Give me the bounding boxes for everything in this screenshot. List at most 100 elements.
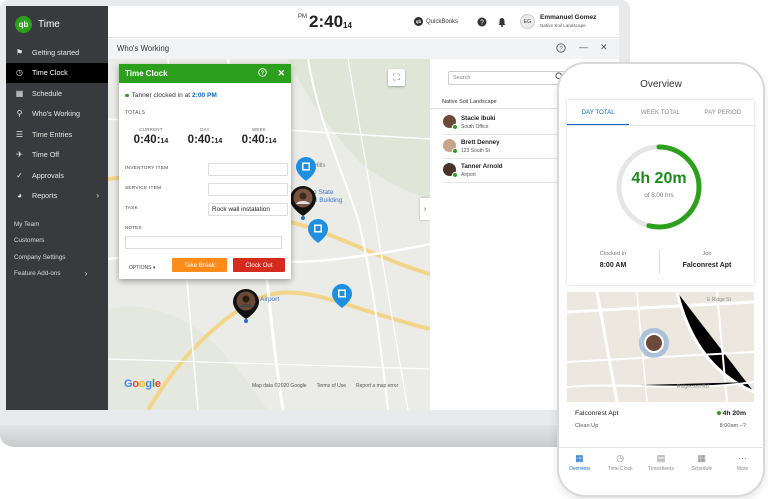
- nav-more[interactable]: ⋯ More: [722, 448, 763, 481]
- sidebar-item-schedule[interactable]: ▦ Schedule: [6, 83, 108, 104]
- employee-location-marker[interactable]: [639, 328, 669, 358]
- help-icon[interactable]: ?: [556, 43, 566, 55]
- close-icon[interactable]: ✕: [277, 68, 285, 79]
- brand: qb Time: [6, 6, 108, 42]
- search-input[interactable]: Search: [448, 71, 566, 85]
- time-clock-header: Time Clock ? ✕: [119, 64, 291, 83]
- sidebar-item-time-off[interactable]: ✈ Time Off: [6, 145, 108, 166]
- day-total-value: 4h 20m: [631, 170, 687, 187]
- map-pin-location[interactable]: [332, 284, 352, 308]
- close-icon[interactable]: ✕: [600, 42, 608, 53]
- task-field[interactable]: Rock wall instalation: [208, 203, 288, 216]
- map-pin-icon: ⚲: [16, 109, 23, 119]
- employee-map-pin[interactable]: [233, 289, 259, 323]
- svg-text:?: ?: [480, 19, 484, 26]
- service-item-field[interactable]: [208, 183, 288, 196]
- user-name[interactable]: Emmanuel Gomez: [540, 14, 596, 21]
- notes-field[interactable]: [125, 236, 282, 249]
- company-name: Native Soil Landscape: [540, 23, 586, 28]
- status-dot-icon: [125, 93, 129, 97]
- sidebar-link-feature-add-ons[interactable]: Feature Add-ons ›: [6, 266, 108, 283]
- terms-link[interactable]: Terms of Use: [317, 383, 346, 389]
- street-label: Ridgecrest Rd: [677, 384, 709, 390]
- inventory-item-row: INVENTORY ITEM: [125, 163, 288, 176]
- map-label-state: o State: [313, 189, 334, 196]
- nav-schedule[interactable]: ▦ Schedule: [681, 448, 722, 481]
- sidebar-link-customers[interactable]: Customers: [6, 233, 108, 250]
- service-item-row: SERVICE ITEM: [125, 183, 288, 196]
- location-time-range: 8:00am –?: [719, 423, 746, 429]
- location-map[interactable]: E Ridge St Ridgecrest Rd: [567, 292, 754, 402]
- sidebar-item-time-entries[interactable]: ☰ Time Entries: [6, 124, 108, 145]
- help-icon[interactable]: ?: [258, 68, 268, 79]
- nav-overview[interactable]: ▦ Overview: [559, 448, 600, 481]
- clock-icon: ◷: [616, 453, 625, 463]
- inventory-item-field[interactable]: [208, 163, 288, 176]
- tab-pay-period[interactable]: PAY PERIOD: [692, 100, 754, 125]
- quickbooks-link[interactable]: qb QuickBooks: [414, 17, 458, 26]
- avatar: [443, 163, 458, 178]
- map-data-credit: Map data ©2020 Google: [252, 383, 307, 389]
- take-break-button[interactable]: Take Break: [172, 258, 227, 272]
- minimize-icon[interactable]: —: [579, 42, 588, 52]
- bell-icon[interactable]: [496, 16, 507, 27]
- live-clock: PM 2:40 14: [298, 12, 352, 32]
- page-title: Who's Working: [117, 44, 170, 53]
- map-attribution: Map data ©2020 Google Terms of Use Repor…: [252, 383, 398, 389]
- quickbooks-icon: qb: [414, 17, 423, 26]
- street-label: E Ridge St: [707, 297, 731, 303]
- total-current: CURRENT 0:40:14: [133, 127, 169, 146]
- total-week: WEEK 0:40:14: [241, 127, 277, 146]
- sidebar-item-whos-working[interactable]: ⚲ Who's Working: [6, 104, 108, 125]
- phone-frame: Overview DAY TOTAL WEEK TOTAL PAY PERIOD…: [559, 64, 763, 495]
- nav-time-clock[interactable]: ◷ Time Clock: [600, 448, 641, 481]
- employee-name: Tanner Arnold: [461, 163, 503, 170]
- map-pin-location[interactable]: [308, 219, 328, 243]
- sidebar: qb Time ⚑ Getting started ◷ Time Clock ▦…: [6, 6, 108, 410]
- location-duration: 4h 20m: [722, 410, 746, 417]
- page-header: Who's Working ? — ✕: [108, 39, 619, 59]
- group-label: Native Soil Landscape: [442, 99, 497, 105]
- nav-timesheets[interactable]: ▤ Timesheets: [641, 448, 682, 481]
- report-map-error-link[interactable]: Report a map error: [356, 383, 398, 389]
- calendar-icon: ▦: [15, 88, 24, 98]
- totals-label: TOTALS: [125, 110, 146, 116]
- map-label-capitol: l Building: [316, 197, 343, 204]
- map-pin-location[interactable]: [296, 157, 316, 181]
- sidebar-item-time-clock[interactable]: ◷ Time Clock: [6, 62, 108, 83]
- app-window: qb Time ⚑ Getting started ◷ Time Clock ▦…: [6, 6, 619, 410]
- flag-icon: ⚑: [15, 47, 24, 57]
- day-total-target: of 8.00 hrs: [644, 192, 674, 199]
- fullscreen-button[interactable]: ⛶: [388, 69, 405, 86]
- laptop-frame: qb Time ⚑ Getting started ◷ Time Clock ▦…: [0, 0, 630, 445]
- clock-ampm: PM: [298, 14, 307, 20]
- quickbooks-logo-icon: qb: [15, 15, 32, 33]
- status-dot-icon: [716, 411, 721, 416]
- avatar[interactable]: EG: [520, 14, 535, 29]
- phone-title: Overview: [640, 79, 682, 90]
- employee-map-pin[interactable]: [290, 186, 316, 220]
- chevron-right-icon: ›: [96, 191, 99, 201]
- timesheet-icon: ▤: [656, 453, 666, 463]
- sidebar-link-company-settings[interactable]: Company Settings: [6, 249, 108, 266]
- totals-row: CURRENT 0:40:14 DAY 0:40:14 WEEK 0:40:14: [125, 127, 285, 146]
- collapse-panel-button[interactable]: ›: [420, 198, 430, 220]
- pie-chart-icon: ◕: [17, 191, 22, 201]
- avatar: [644, 333, 664, 353]
- sidebar-item-approvals[interactable]: ✓ Approvals: [6, 165, 108, 186]
- help-icon[interactable]: ?: [476, 16, 487, 27]
- avatar: [443, 139, 458, 154]
- clock-out-button[interactable]: Clock Out: [233, 258, 285, 272]
- tab-week-total[interactable]: WEEK TOTAL: [629, 100, 691, 125]
- sidebar-item-getting-started[interactable]: ⚑ Getting started: [6, 42, 108, 63]
- sidebar-item-reports[interactable]: ◕ Reports ›: [6, 186, 108, 207]
- check-icon: ✓: [16, 170, 23, 180]
- top-header: PM 2:40 14 qb QuickBooks ? EG Emmanuel G…: [108, 6, 619, 38]
- tab-day-total[interactable]: DAY TOTAL: [567, 100, 630, 125]
- avatar: [443, 115, 458, 130]
- app-name: Time: [38, 18, 60, 30]
- location-summary: Falconrest Apt 4h 20m Clean Up 8:00am –?: [567, 404, 754, 438]
- sidebar-link-my-team[interactable]: My Team: [6, 216, 108, 233]
- options-dropdown[interactable]: OPTIONS ▾: [129, 265, 155, 271]
- divider: [659, 250, 660, 274]
